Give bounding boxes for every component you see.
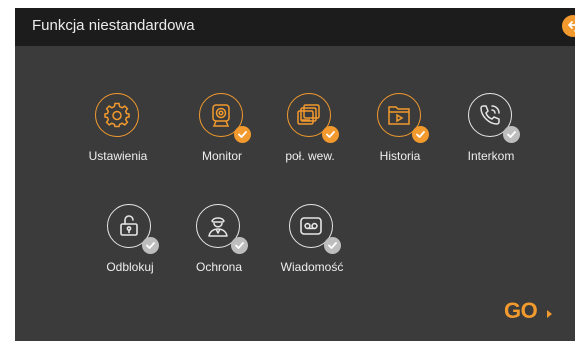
tile-label: Historia bbox=[379, 149, 421, 163]
go-arrow-icon bbox=[547, 310, 552, 318]
title-bar: Funkcja niestandardowa bbox=[15, 8, 575, 46]
gear-icon bbox=[104, 102, 130, 128]
folder-video-icon bbox=[388, 106, 410, 125]
stacked-monitors-icon bbox=[297, 104, 320, 125]
tile-label: Ochrona bbox=[195, 260, 243, 274]
go-label: GO bbox=[504, 298, 538, 323]
screen: Funkcja niestandardowa Ustawienia Monito… bbox=[15, 8, 575, 341]
tile-label: Monitor bbox=[201, 149, 242, 163]
camera-icon bbox=[212, 104, 230, 127]
check-badge-icon bbox=[324, 237, 341, 254]
check-badge-icon bbox=[231, 237, 248, 254]
tile-label: Ustawienia bbox=[88, 149, 148, 163]
page-title: Funkcja niestandardowa bbox=[32, 17, 195, 34]
back-button[interactable] bbox=[562, 15, 575, 37]
tile-pol-wew[interactable]: poł. wew. bbox=[260, 93, 360, 183]
voicemail-icon bbox=[300, 217, 322, 235]
check-badge-icon bbox=[142, 237, 159, 254]
tile-icon-circle bbox=[95, 93, 139, 137]
tile-ochrona[interactable]: Ochrona bbox=[169, 204, 269, 294]
tile-historia[interactable]: Historia bbox=[350, 93, 450, 183]
tile-odblokuj[interactable]: Odblokuj bbox=[80, 204, 180, 294]
check-badge-icon bbox=[322, 126, 339, 143]
tile-interkom[interactable]: Interkom bbox=[441, 93, 541, 183]
tile-monitor[interactable]: Monitor bbox=[172, 93, 272, 183]
back-arrow-icon bbox=[568, 21, 575, 32]
phone-icon bbox=[480, 105, 500, 125]
guard-icon bbox=[208, 217, 228, 237]
unlock-icon bbox=[120, 215, 138, 236]
tile-label: Odblokuj bbox=[106, 260, 154, 274]
check-badge-icon bbox=[234, 126, 251, 143]
tile-label: Wiadomość bbox=[280, 260, 344, 274]
tile-label: Interkom bbox=[467, 149, 515, 163]
tile-wiadomosc[interactable]: Wiadomość bbox=[262, 204, 362, 294]
tile-ustawienia[interactable]: Ustawienia bbox=[68, 93, 168, 183]
check-badge-icon bbox=[503, 126, 520, 143]
check-badge-icon bbox=[412, 126, 429, 143]
tile-label: poł. wew. bbox=[285, 149, 335, 163]
